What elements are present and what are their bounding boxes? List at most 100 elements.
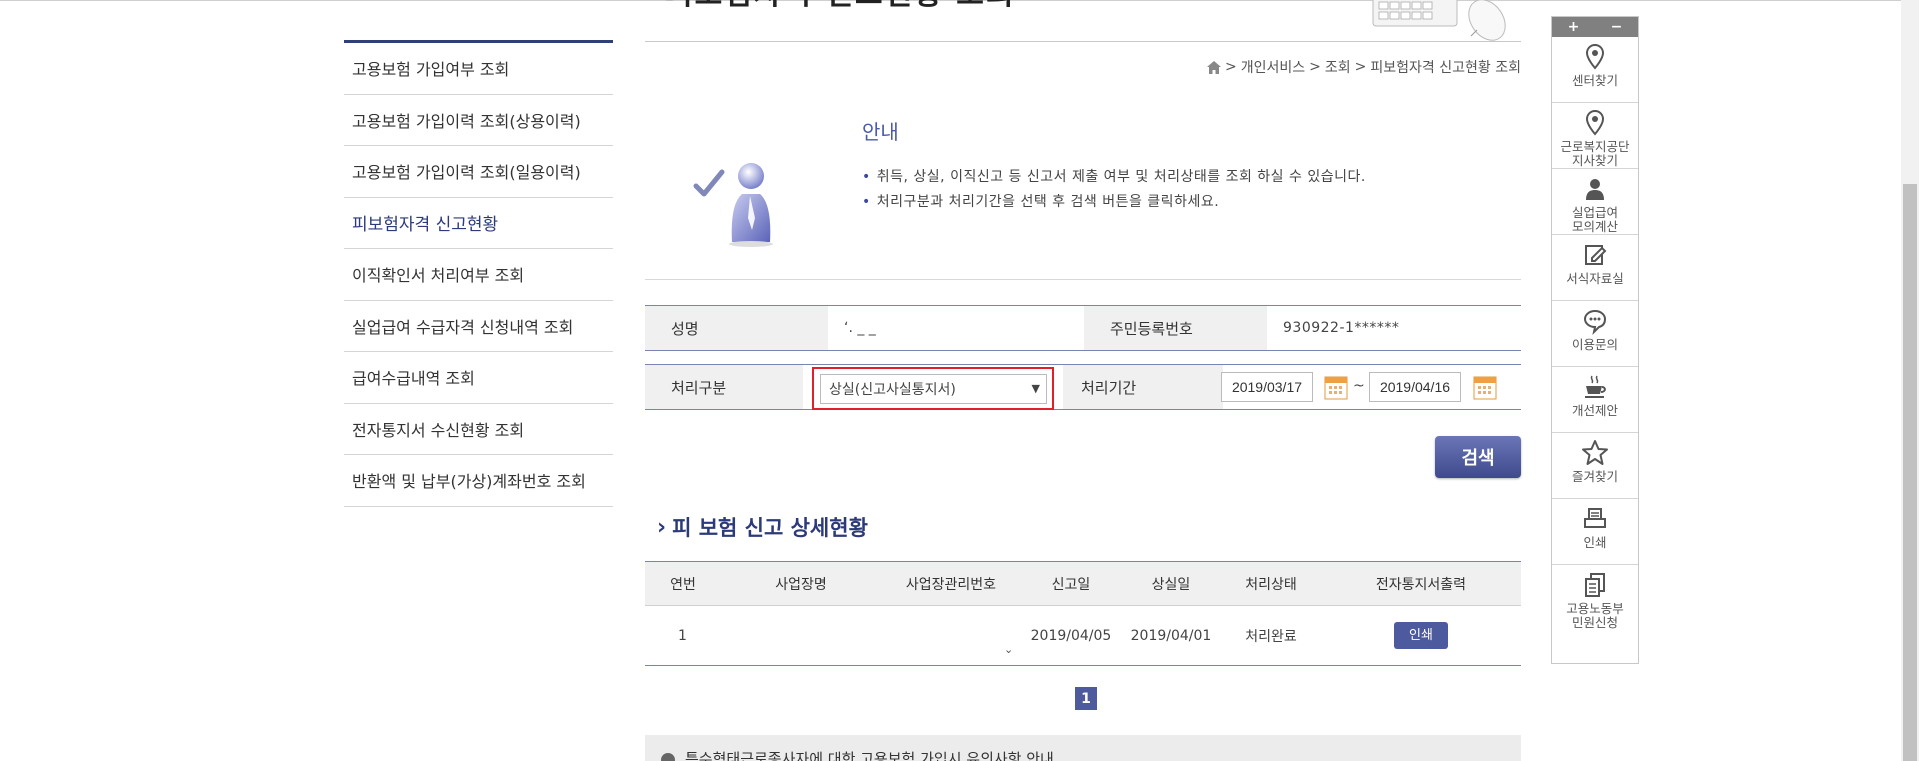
result-section-title: › 피 보험 신고 상세현황 <box>657 512 868 542</box>
table-header-row: 연번 사업장명 사업장관리번호 신고일 상실일 처리상태 전자통지서출력 <box>645 561 1521 606</box>
info-list: 취득, 상실, 이직신고 등 신고서 제출 여부 및 처리상태를 조회 하실 수… <box>862 165 1366 215</box>
sidebar-item-enrollment-history-daily[interactable]: 고용보험 가입이력 조회(일용이력) <box>344 146 613 198</box>
cell-loss-date: 2019/04/01 <box>1121 605 1221 666</box>
printer-icon <box>1584 508 1606 528</box>
quick-item-label: 개선제안 <box>1571 403 1618 418</box>
quick-item-favorites[interactable]: 즐겨찾기 <box>1552 433 1638 499</box>
quick-item-center-find[interactable]: 센터찾기 <box>1552 37 1638 103</box>
info-line: 취득, 상실, 이직신고 등 신고서 제출 여부 및 처리상태를 조회 하실 수… <box>862 165 1366 190</box>
table-row: 1 2019/04/05 2019/04/01 처리완료 인쇄 <box>645 605 1521 666</box>
type-label: 처리구분 <box>645 365 803 409</box>
page-title: 피보험자격 신고현황 조회 <box>665 0 1025 10</box>
quick-item-label: 서식자료실 <box>1566 271 1624 286</box>
breadcrumb-separator: > <box>1309 59 1321 75</box>
cell-mgmt-no <box>881 605 1021 666</box>
home-icon[interactable] <box>1207 60 1222 74</box>
period-label: 처리기간 <box>1063 365 1223 409</box>
sidebar-item-benefit-history[interactable]: 급여수급내역 조회 <box>344 352 613 404</box>
quick-item-label: 즐겨찾기 <box>1571 469 1618 484</box>
edit-icon <box>1585 245 1607 265</box>
map-pin-icon <box>1585 109 1605 136</box>
breadcrumb-item-current[interactable]: 피보험자격 신고현황 조회 <box>1370 57 1521 77</box>
print-button[interactable]: 인쇄 <box>1394 622 1448 649</box>
quick-item-print[interactable]: 인쇄 <box>1552 499 1638 565</box>
sidebar-item-enrollment-history-regular[interactable]: 고용보험 가입이력 조회(상용이력) <box>344 95 613 146</box>
cell-report-date: 2019/04/05 <box>1021 605 1121 666</box>
cell-print: 인쇄 <box>1321 605 1521 666</box>
chat-icon <box>1583 309 1607 336</box>
breadcrumb-separator: > <box>1354 59 1367 75</box>
type-select-value: 상실(신고사실통지서) <box>829 382 956 398</box>
quick-item-civil-petition[interactable]: 고용노동부 민원신청 <box>1552 565 1638 631</box>
calendar-icon[interactable] <box>1324 375 1348 400</box>
pagination-page[interactable]: 1 <box>1075 687 1097 710</box>
sidebar-item-insurance-enrollment[interactable]: 고용보험 가입여부 조회 <box>344 43 613 95</box>
calendar-icon[interactable] <box>1473 375 1497 400</box>
col-header: 사업장명 <box>721 561 881 606</box>
sidebar-item-unemployment-eligibility[interactable]: 실업급여 수급자격 신청내역 조회 <box>344 301 613 352</box>
quick-item-label: 센터찾기 <box>1571 73 1618 88</box>
chevron-down-icon: ⌄ <box>1004 643 1014 656</box>
person-info-row: 성명 ʻ. _ _ 주민등록번호 930922-1****** <box>645 305 1521 351</box>
sidebar-menu: 고용보험 가입여부 조회 고용보험 가입이력 조회(상용이력) 고용보험 가입이… <box>344 40 613 507</box>
quick-item-branch-find[interactable]: 근로복지공단 지사찾기 <box>1552 103 1638 169</box>
cell-status: 처리완료 <box>1221 605 1321 666</box>
cell-workplace <box>721 605 881 666</box>
sidebar-item-e-notice-status[interactable]: 전자통지서 수신현황 조회 <box>344 404 613 455</box>
col-header: 연번 <box>645 561 721 606</box>
sidebar-item-separation-confirmation[interactable]: 이직확인서 처리여부 조회 <box>344 249 613 301</box>
rrn-value: 930922-1****** <box>1267 306 1521 350</box>
col-header: 신고일 <box>1021 561 1121 606</box>
name-value: ʻ. _ _ <box>828 306 1084 350</box>
quick-item-forms[interactable]: 서식자료실 <box>1552 235 1638 301</box>
result-section-title-text: 피 보험 신고 상세현황 <box>672 516 868 540</box>
sidebar-item-refund-account[interactable]: 반환액 및 납부(가상)계좌번호 조회 <box>344 455 613 507</box>
quick-menu: + − 센터찾기 근로복지공단 지사찾기 실업급여 모의계산 서식자료실 이용문… <box>1551 16 1639 664</box>
search-button[interactable]: 검색 <box>1435 436 1521 478</box>
breadcrumb-separator: > <box>1225 59 1237 75</box>
quick-item-label: 인쇄 <box>1583 535 1607 550</box>
info-divider <box>645 279 1521 280</box>
quick-item-label: 실업급여 모의계산 <box>1571 205 1618 234</box>
sidebar-item-insured-report-status[interactable]: 피보험자격 신고현황 <box>344 198 613 249</box>
calculator-mouse-image <box>1372 0 1506 41</box>
zoom-in-button[interactable]: + <box>1552 17 1595 37</box>
star-icon <box>1582 440 1608 465</box>
cell-no: 1 <box>645 605 721 666</box>
col-header: 상실일 <box>1121 561 1221 606</box>
quick-item-benefit-calculator[interactable]: 실업급여 모의계산 <box>1552 169 1638 235</box>
notice-bar[interactable]: 특수형태근로종사자에 대한 고용보험 가입시 유의사항 안내 <box>645 735 1521 761</box>
type-select-highlight: 상실(신고사실통지서) ▼ <box>812 367 1054 410</box>
chevron-circle-icon <box>661 753 675 761</box>
chevron-down-icon: ▼ <box>1031 382 1040 395</box>
page-scrollbar-thumb[interactable] <box>1903 184 1917 761</box>
name-label: 성명 <box>645 306 828 350</box>
quick-item-label: 이용문의 <box>1571 337 1618 352</box>
date-from-input[interactable]: 2019/03/17 <box>1221 372 1313 402</box>
col-header: 사업장관리번호 <box>881 561 1021 606</box>
col-header: 처리상태 <box>1221 561 1321 606</box>
info-title: 안내 <box>862 120 899 144</box>
chevron-right-icon: › <box>657 514 667 540</box>
quick-item-label: 고용노동부 민원신청 <box>1566 601 1624 630</box>
col-header: 전자통지서출력 <box>1321 561 1521 606</box>
documents-icon <box>1585 573 1605 597</box>
quick-item-suggestion[interactable]: 개선제안 <box>1552 367 1638 433</box>
quick-item-label: 근로복지공단 지사찾기 <box>1560 139 1630 168</box>
date-to-input[interactable]: 2019/04/16 <box>1369 372 1461 402</box>
zoom-out-button[interactable]: − <box>1595 17 1638 37</box>
period-tilde: ~ <box>1353 378 1365 394</box>
breadcrumb-item[interactable]: 개인서비스 <box>1241 57 1305 77</box>
breadcrumb: > 개인서비스 > 조회 > 피보험자격 신고현황 조회 <box>1207 57 1521 77</box>
guide-person-check-icon <box>693 163 773 247</box>
breadcrumb-item[interactable]: 조회 <box>1325 57 1351 77</box>
notice-text: 특수형태근로종사자에 대한 고용보험 가입시 유의사항 안내 <box>685 750 1054 761</box>
header-divider <box>645 41 1521 42</box>
quick-menu-zoom: + − <box>1552 17 1638 37</box>
type-select[interactable]: 상실(신고사실통지서) ▼ <box>820 374 1047 404</box>
info-line: 처리구분과 처리기간을 선택 후 검색 버튼을 클릭하세요. <box>862 190 1366 215</box>
rrn-label: 주민등록번호 <box>1084 306 1267 350</box>
user-icon <box>1586 179 1604 200</box>
result-table: 연번 사업장명 사업장관리번호 신고일 상실일 처리상태 전자통지서출력 1 2… <box>645 561 1521 666</box>
quick-item-inquiry[interactable]: 이용문의 <box>1552 301 1638 367</box>
